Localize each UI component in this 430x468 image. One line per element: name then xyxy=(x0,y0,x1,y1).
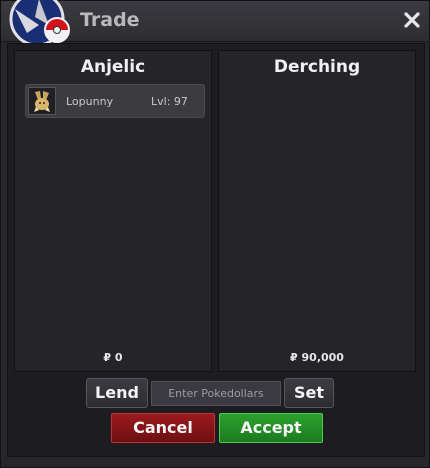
accept-button[interactable]: Accept xyxy=(219,413,323,443)
right-money-amount: ₽ 90,000 xyxy=(290,351,344,364)
pokedollars-input[interactable] xyxy=(151,381,281,406)
trade-controls: Lend Set xyxy=(8,377,424,409)
item-level: Lvl: 97 xyxy=(151,95,188,108)
left-money-amount: ₽ 0 xyxy=(103,351,123,364)
title-bar[interactable]: Trade xyxy=(1,0,429,47)
offer-item-lopunny[interactable]: Lopunny Lvl: 97 xyxy=(25,84,205,118)
window-title: Trade xyxy=(80,9,140,31)
left-offer-panel: Anjelic Lopunny Lvl: 97 ₽ 0 xyxy=(14,50,212,372)
close-icon[interactable] xyxy=(403,11,421,29)
cancel-button[interactable]: Cancel xyxy=(111,413,215,443)
right-offer-panel: Derching ₽ 90,000 xyxy=(218,50,416,372)
lopunny-sprite-icon xyxy=(28,87,56,115)
pokeball-logo-icon xyxy=(9,0,70,47)
item-name: Lopunny xyxy=(66,95,114,108)
lend-button[interactable]: Lend xyxy=(86,378,148,408)
left-player-name: Anjelic xyxy=(80,57,146,77)
trade-body: Anjelic Lopunny Lvl: 97 ₽ 0 Derching ₽ 9… xyxy=(7,43,425,457)
right-player-name: Derching xyxy=(273,57,361,77)
trade-window: Trade Anjelic Lopunny Lvl: 97 ₽ 0 Derchi… xyxy=(0,0,430,468)
set-button[interactable]: Set xyxy=(284,378,334,408)
